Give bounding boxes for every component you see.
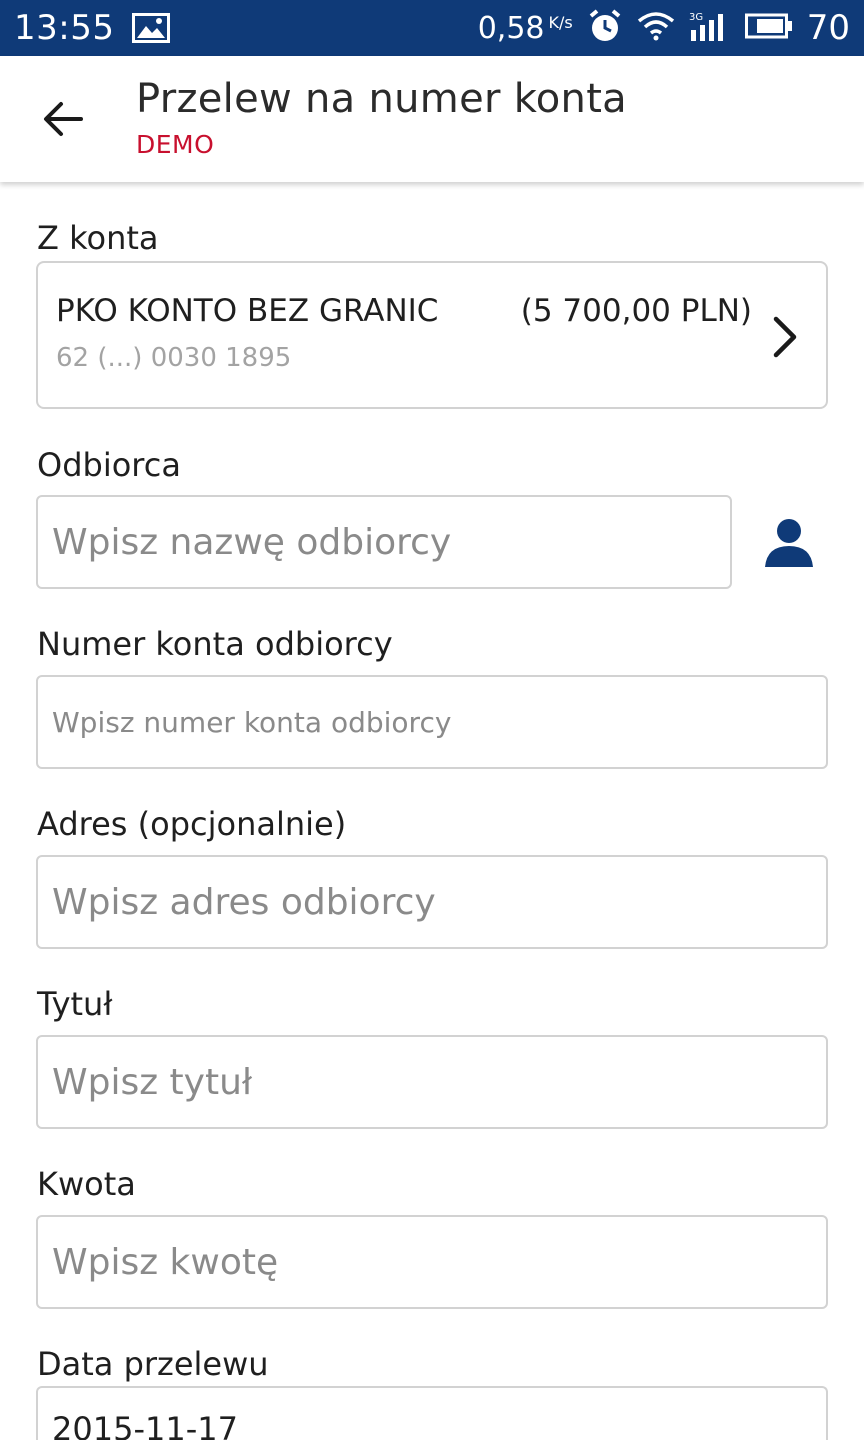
account-number: 62 (...) 0030 1895	[56, 343, 292, 373]
page-title: Przelew na numer konta	[136, 76, 627, 122]
arrow-left-icon	[44, 102, 83, 136]
demo-badge: DEMO	[136, 130, 215, 159]
account-name: PKO KONTO BEZ GRANIC	[56, 293, 439, 329]
alarm-icon	[587, 8, 623, 48]
svg-text:3G: 3G	[689, 12, 703, 23]
date-label: Data przelewu	[37, 1345, 269, 1383]
account-number-label: Numer konta odbiorcy	[37, 625, 393, 663]
amount-input[interactable]	[38, 1217, 826, 1307]
title-field-box	[36, 1035, 828, 1129]
app-bar: Przelew na numer konta DEMO	[0, 56, 864, 182]
battery-icon	[744, 12, 793, 44]
title-input[interactable]	[38, 1037, 826, 1127]
signal-3g-icon: 3G	[689, 10, 731, 46]
date-value: 2015-11-17	[52, 1410, 238, 1440]
amount-label: Kwota	[37, 1165, 136, 1203]
address-field-box	[36, 855, 828, 949]
account-number-input[interactable]	[38, 677, 826, 767]
date-field-box[interactable]: 2015-11-17	[36, 1386, 828, 1440]
title-label: Tytuł	[37, 985, 113, 1023]
recipient-field-box	[36, 495, 732, 589]
address-label: Adres (opcjonalnie)	[37, 805, 347, 843]
status-bar: 13:55 0,58 K/s 3G 70	[0, 0, 864, 56]
address-input[interactable]	[38, 857, 826, 947]
from-account-label: Z konta	[37, 219, 159, 257]
contact-person-icon[interactable]	[760, 512, 818, 570]
recipient-input[interactable]	[38, 497, 730, 587]
image-icon	[132, 13, 171, 43]
amount-field-box	[36, 1215, 828, 1309]
network-speed-value: 0,58	[477, 10, 545, 46]
wifi-icon	[637, 11, 675, 45]
status-time: 13:55	[14, 8, 115, 48]
network-speed-unit: K/s	[548, 12, 573, 32]
battery-level: 70	[806, 8, 850, 48]
network-speed: 0,58 K/s	[478, 11, 573, 46]
recipient-label: Odbiorca	[37, 446, 181, 484]
chevron-right-icon	[773, 316, 797, 358]
account-balance: (5 700,00 PLN)	[520, 293, 752, 329]
status-right-group: 0,58 K/s 3G 70	[478, 8, 850, 48]
back-button[interactable]	[30, 86, 96, 152]
from-account-selector[interactable]: PKO KONTO BEZ GRANIC (5 700,00 PLN) 62 (…	[36, 261, 828, 409]
account-number-field-box	[36, 675, 828, 769]
